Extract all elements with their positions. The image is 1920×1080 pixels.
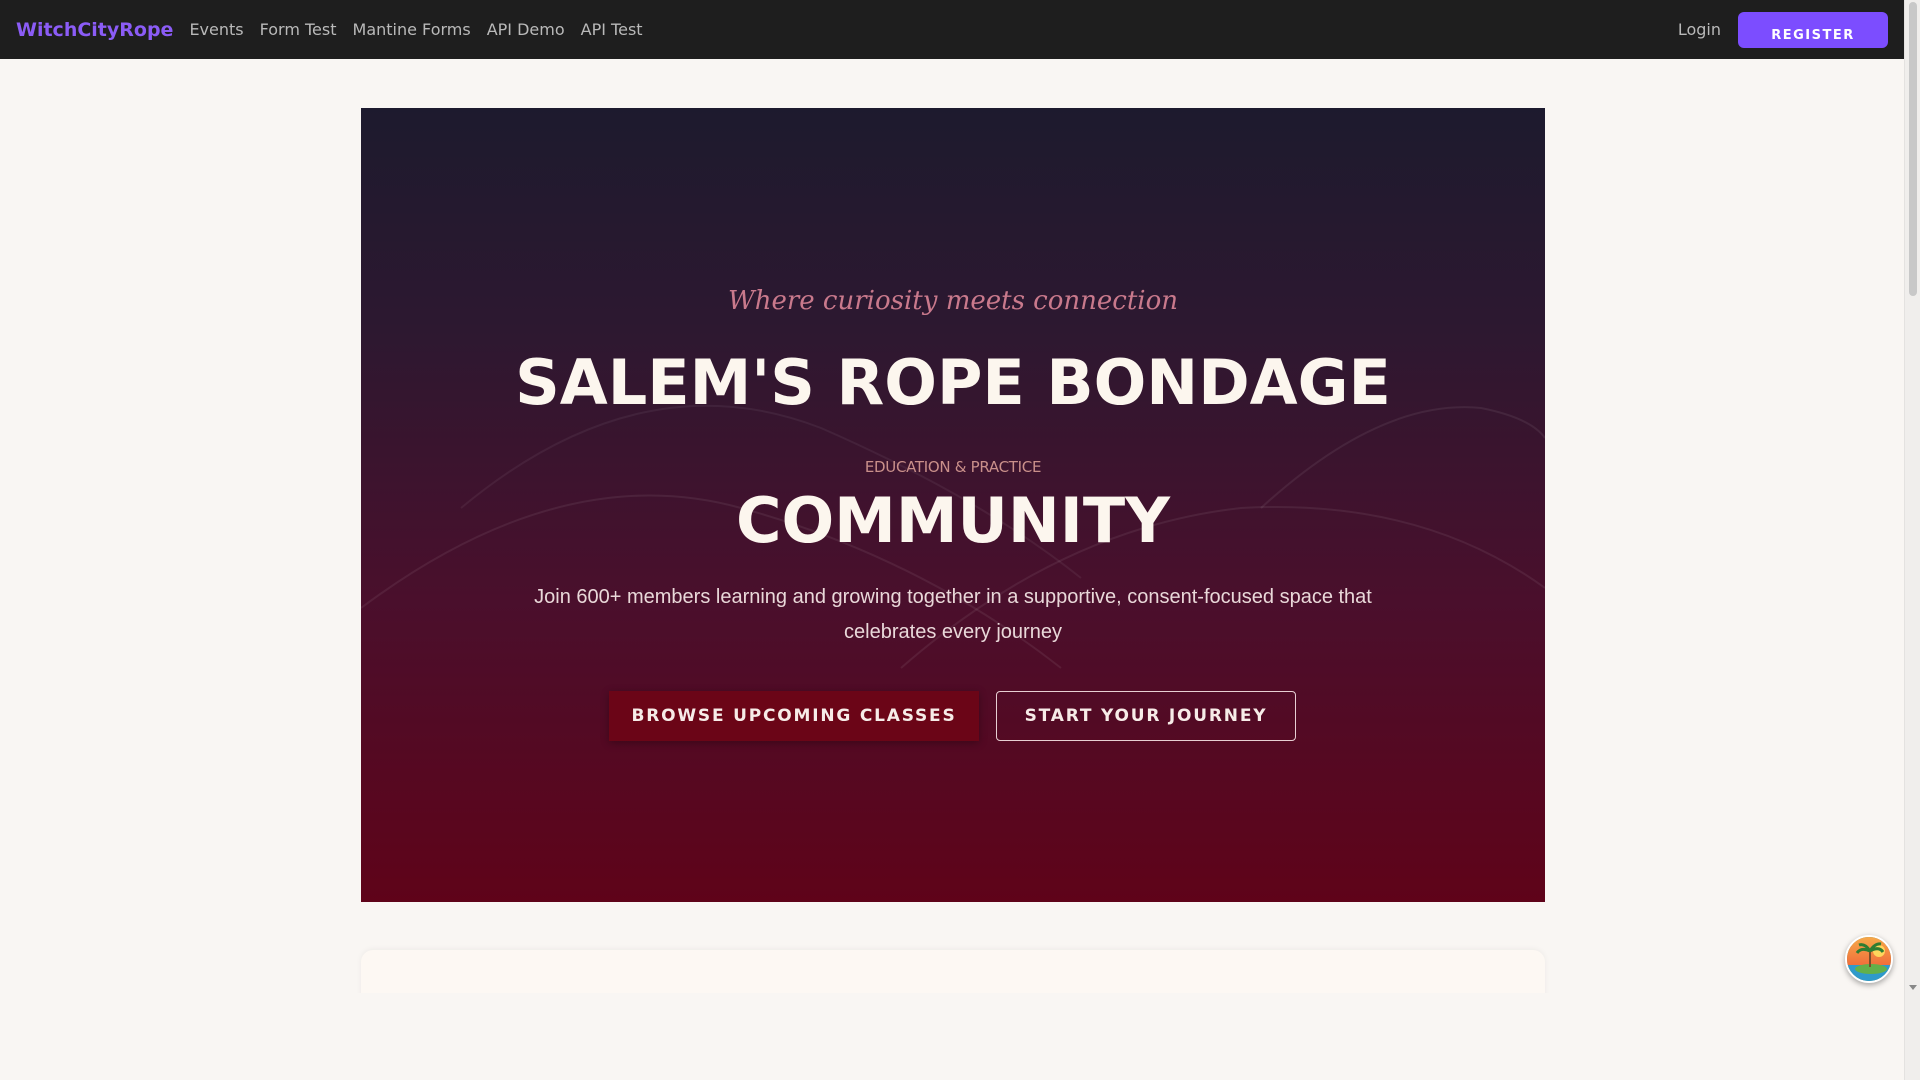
nav-link-form-test[interactable]: Form Test xyxy=(260,20,337,39)
login-link[interactable]: Login xyxy=(1678,20,1721,39)
scrollbar-thumb[interactable] xyxy=(1909,2,1917,296)
nav-link-mantine-forms[interactable]: Mantine Forms xyxy=(353,20,471,39)
start-journey-button[interactable]: START YOUR JOURNEY xyxy=(996,691,1296,741)
register-button[interactable]: REGISTER xyxy=(1738,11,1888,48)
hero-title-community: COMMUNITY xyxy=(735,484,1171,557)
page-bottom-area xyxy=(0,993,1904,1080)
vertical-scrollbar[interactable] xyxy=(1904,0,1920,1080)
scroll-down-arrow-icon[interactable] xyxy=(1909,985,1917,990)
hero-subtitle: EDUCATION & PRACTICE xyxy=(864,458,1042,476)
hero-section: Where curiosity meets connection SALEM'S… xyxy=(361,108,1545,902)
nav-link-api-test[interactable]: API Test xyxy=(581,20,643,39)
island-avatar-graphic xyxy=(1847,937,1891,981)
top-navigation: WitchCityRope Events Form Test Mantine F… xyxy=(0,0,1904,59)
hero-tagline: Where curiosity meets connection xyxy=(728,286,1178,316)
nav-link-events[interactable]: Events xyxy=(189,20,243,39)
island-avatar-icon[interactable] xyxy=(1845,935,1893,983)
brand-logo[interactable]: WitchCityRope xyxy=(16,19,173,41)
nav-link-api-demo[interactable]: API Demo xyxy=(487,20,565,39)
hero-description: Join 600+ members learning and growing t… xyxy=(534,586,1372,643)
hero-title: SALEM'S ROPE BONDAGE xyxy=(515,346,1391,419)
browse-classes-button[interactable]: BROWSE UPCOMING CLASSES xyxy=(609,691,979,741)
